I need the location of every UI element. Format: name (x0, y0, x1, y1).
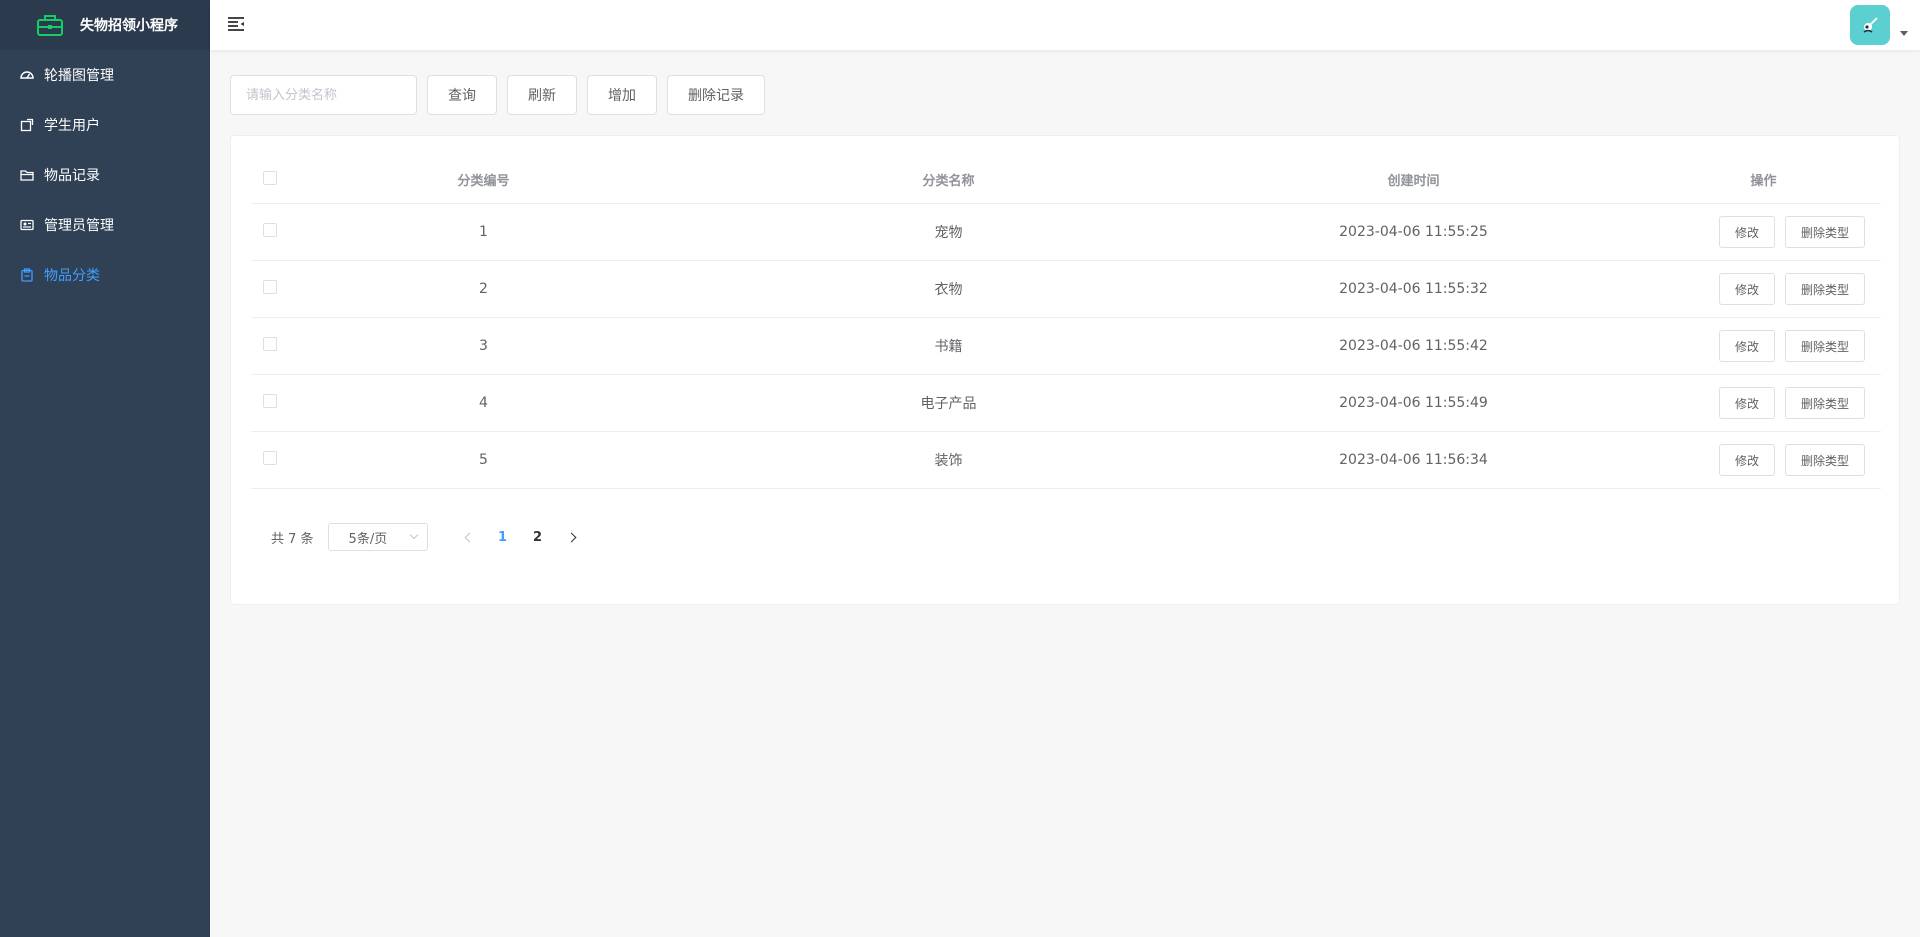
sidebar-menu: 轮播图管理 学生用户 物品记录 管理员管理 物品分类 (0, 50, 210, 300)
logo: 失物招领小程序 (0, 0, 210, 50)
page-size-select[interactable]: 5条/页 (327, 523, 428, 551)
cell-category-name: 电子产品 (920, 396, 977, 412)
user-avatar[interactable] (1850, 5, 1890, 45)
clipboard-icon (20, 268, 34, 282)
table-row: 4 电子产品 2023-04-06 11:55:49 修改 删除类型 (251, 375, 1881, 432)
table-row: 2 衣物 2023-04-06 11:55:32 修改 删除类型 (251, 261, 1881, 318)
query-button[interactable]: 查询 (427, 75, 497, 115)
row-checkbox[interactable] (263, 337, 277, 351)
bag-logo-icon (37, 15, 63, 36)
character-avatar-icon (1863, 17, 1878, 33)
row-checkbox[interactable] (263, 223, 277, 237)
chevron-down-icon (409, 530, 418, 540)
edit-button[interactable]: 修改 (1718, 387, 1775, 419)
cell-created-time: 2023-04-06 11:55:32 (1339, 281, 1488, 297)
hamburger-menu-icon[interactable] (227, 15, 245, 33)
next-page-button[interactable] (558, 523, 588, 551)
table-row: 3 书籍 2023-04-06 11:55:42 修改 删除类型 (251, 318, 1881, 375)
edit-button[interactable]: 修改 (1718, 444, 1775, 476)
sidebar-item-carousel[interactable]: 轮播图管理 (0, 50, 210, 100)
delete-type-button[interactable]: 删除类型 (1784, 444, 1865, 476)
page-number-1[interactable]: 1 (488, 523, 518, 551)
delete-records-button[interactable]: 删除记录 (667, 75, 765, 115)
header-category-id: 分类编号 (457, 174, 510, 189)
cell-category-name: 衣物 (934, 282, 963, 298)
caret-down-icon[interactable] (1900, 31, 1908, 36)
sidebar: 失物招领小程序 轮播图管理 学生用户 物品记录 管理员管理 物品分类 (0, 0, 210, 937)
dashboard-icon (20, 68, 34, 82)
pagination: 共 7 条 5条/页 1 2 (271, 523, 588, 551)
cell-category-id: 1 (479, 224, 488, 240)
app-title: 失物招领小程序 (80, 18, 178, 34)
sidebar-item-label: 物品分类 (44, 268, 100, 284)
filter-toolbar: 查询 刷新 增加 删除记录 (230, 75, 765, 115)
row-checkbox[interactable] (263, 451, 277, 465)
sidebar-item-label: 轮播图管理 (44, 68, 114, 84)
category-table: 分类编号 分类名称 创建时间 操作 1 宠物 2023-04-06 11:55:… (251, 156, 1881, 489)
cell-category-id: 5 (479, 452, 488, 468)
table-row: 5 装饰 2023-04-06 11:56:34 修改 删除类型 (251, 432, 1881, 489)
select-all-checkbox[interactable] (263, 170, 277, 185)
cell-category-id: 3 (479, 338, 488, 354)
chevron-left-icon (464, 532, 474, 542)
delete-type-button[interactable]: 删除类型 (1784, 330, 1865, 362)
sidebar-item-admins[interactable]: 管理员管理 (0, 200, 210, 250)
cell-category-id: 4 (479, 395, 488, 411)
chevron-right-icon (566, 532, 576, 542)
edit-button[interactable]: 修改 (1718, 273, 1775, 305)
prev-page-button[interactable] (453, 523, 483, 551)
delete-type-button[interactable]: 删除类型 (1784, 216, 1865, 248)
table-card: 分类编号 分类名称 创建时间 操作 1 宠物 2023-04-06 11:55:… (230, 135, 1900, 605)
sidebar-item-label: 管理员管理 (44, 218, 114, 234)
pagination-total: 共 7 条 (271, 531, 314, 547)
page-size-value: 5条/页 (348, 531, 388, 547)
table-header: 分类编号 分类名称 创建时间 操作 (251, 156, 1881, 204)
header-created-time: 创建时间 (1387, 174, 1440, 189)
folder-icon (20, 168, 34, 182)
cell-category-id: 2 (479, 281, 488, 297)
delete-type-button[interactable]: 删除类型 (1784, 387, 1865, 419)
cell-category-name: 书籍 (934, 339, 963, 355)
category-search-input[interactable] (230, 75, 417, 115)
top-header (210, 0, 1920, 50)
row-checkbox[interactable] (263, 394, 277, 408)
cell-category-name: 宠物 (934, 225, 963, 241)
sidebar-item-students[interactable]: 学生用户 (0, 100, 210, 150)
cell-created-time: 2023-04-06 11:55:49 (1339, 395, 1488, 411)
id-card-icon (20, 218, 34, 232)
external-link-icon (20, 118, 34, 132)
cell-category-name: 装饰 (934, 453, 963, 469)
add-button[interactable]: 增加 (587, 75, 657, 115)
sidebar-item-item-category[interactable]: 物品分类 (0, 250, 210, 300)
page-number-2[interactable]: 2 (523, 523, 553, 551)
refresh-button[interactable]: 刷新 (507, 75, 577, 115)
cell-created-time: 2023-04-06 11:56:34 (1339, 452, 1488, 468)
header-category-name: 分类名称 (922, 174, 975, 189)
sidebar-item-item-records[interactable]: 物品记录 (0, 150, 210, 200)
edit-button[interactable]: 修改 (1718, 216, 1775, 248)
cell-created-time: 2023-04-06 11:55:25 (1339, 224, 1488, 240)
row-checkbox[interactable] (263, 280, 277, 294)
header-operations: 操作 (1750, 174, 1777, 189)
edit-button[interactable]: 修改 (1718, 330, 1775, 362)
delete-type-button[interactable]: 删除类型 (1784, 273, 1865, 305)
table-row: 1 宠物 2023-04-06 11:55:25 修改 删除类型 (251, 204, 1881, 261)
sidebar-item-label: 物品记录 (44, 168, 100, 184)
cell-created-time: 2023-04-06 11:55:42 (1339, 338, 1488, 354)
sidebar-item-label: 学生用户 (44, 118, 100, 134)
